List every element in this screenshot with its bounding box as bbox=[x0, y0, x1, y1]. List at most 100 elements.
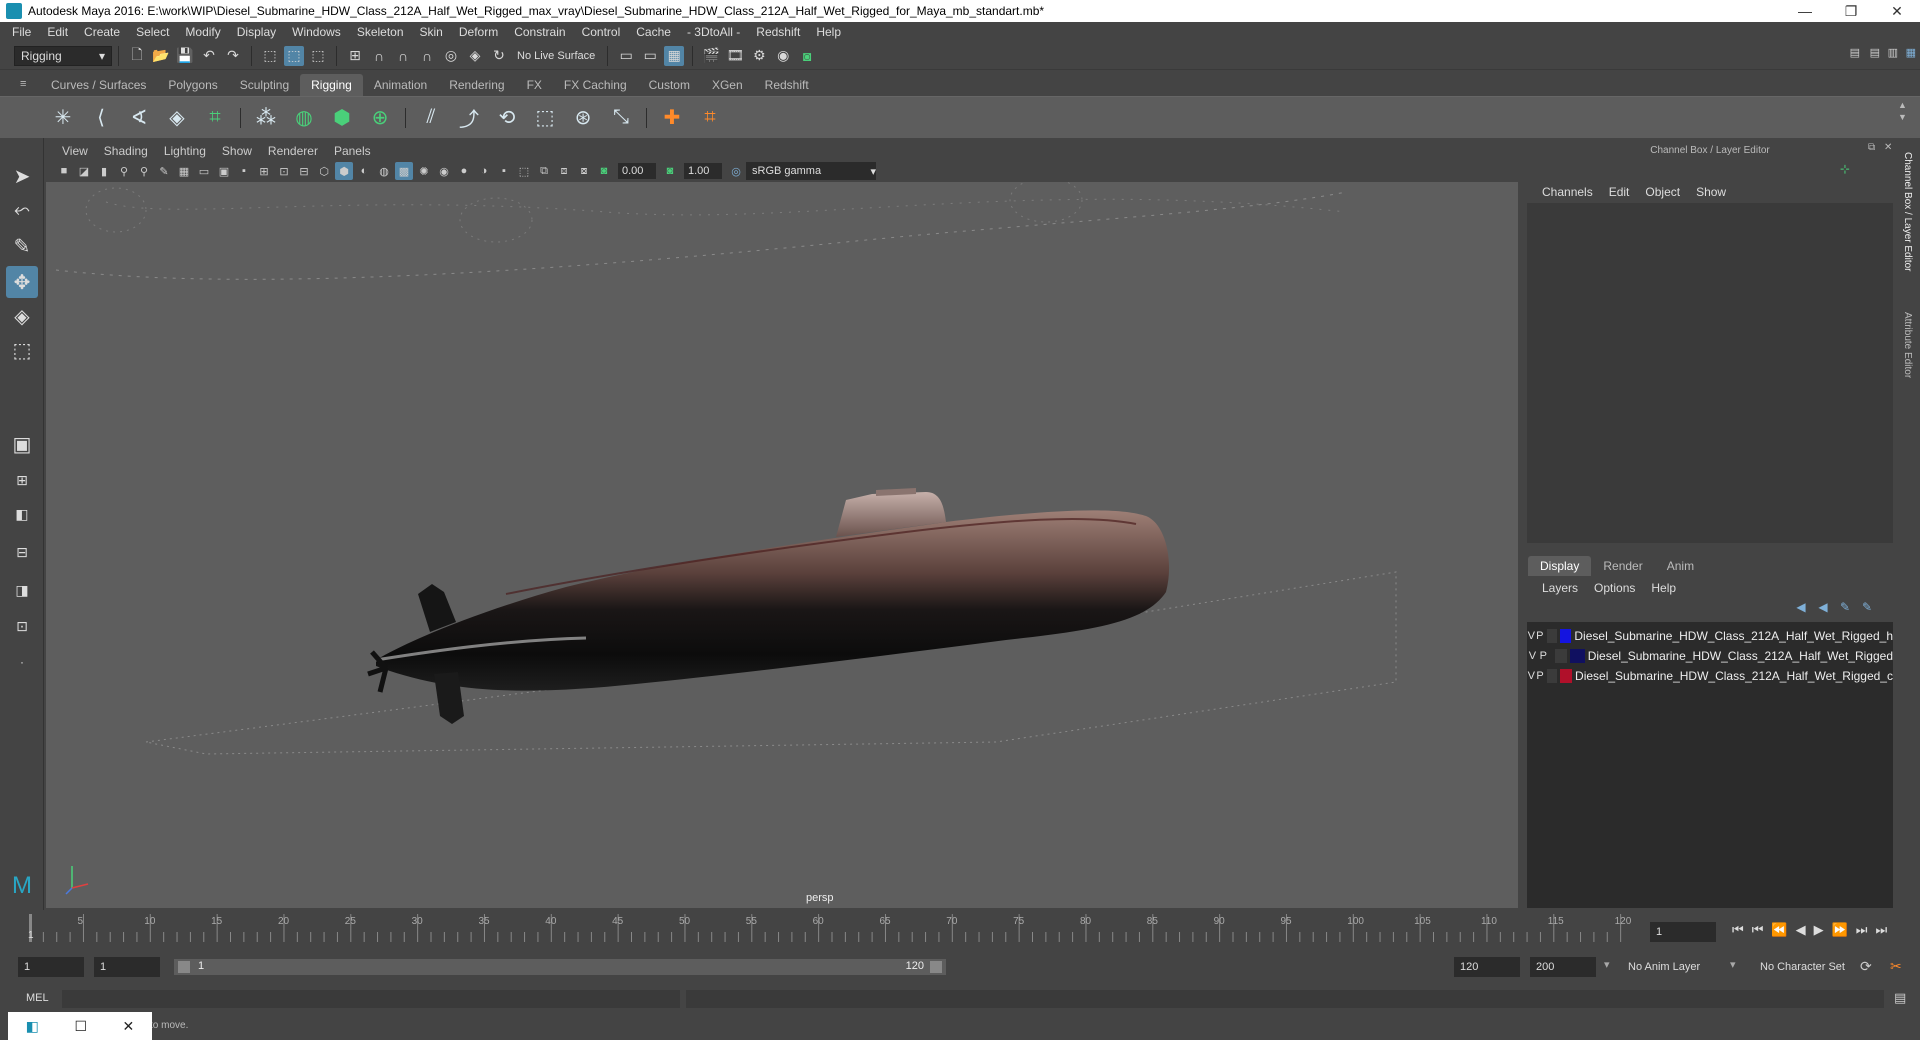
snap-grid-icon[interactable]: ⊞ bbox=[345, 46, 365, 66]
channel-box-panel[interactable] bbox=[1527, 203, 1893, 543]
xray-icon[interactable]: ⧉ bbox=[535, 162, 553, 180]
ik-spline-icon[interactable]: ∢ bbox=[123, 102, 155, 134]
gamma-icon[interactable]: ◙ bbox=[661, 162, 679, 180]
menu-edit[interactable]: Edit bbox=[39, 25, 76, 39]
undo-icon[interactable]: ↶ bbox=[199, 46, 219, 66]
menu-display[interactable]: Display bbox=[229, 25, 284, 39]
panel-menu-shading[interactable]: Shading bbox=[96, 144, 156, 158]
anti-alias-icon[interactable]: ▪ bbox=[495, 162, 513, 180]
create-controller-icon[interactable]: ✚ bbox=[656, 102, 688, 134]
persp-outliner-layout-icon[interactable]: ◧ bbox=[6, 498, 38, 530]
layer-color-swatch[interactable] bbox=[1570, 649, 1585, 663]
snap-live-icon[interactable]: ◈ bbox=[465, 46, 485, 66]
exposure-field[interactable]: 0.00 bbox=[618, 163, 656, 179]
joint-tool-icon[interactable]: ✳ bbox=[47, 102, 79, 134]
submarine-model[interactable] bbox=[367, 488, 1170, 724]
exposure-icon[interactable]: ◙ bbox=[595, 162, 613, 180]
aim-constraint-icon[interactable]: ⤡ bbox=[605, 102, 637, 134]
menu-select[interactable]: Select bbox=[128, 25, 177, 39]
scene-canvas[interactable] bbox=[46, 182, 1518, 908]
menu-skeleton[interactable]: Skeleton bbox=[349, 25, 412, 39]
auto-key-icon[interactable]: ⟳ bbox=[1860, 958, 1872, 975]
cb-menu-edit[interactable]: Edit bbox=[1601, 185, 1638, 199]
new-layer-icon[interactable]: ✎ bbox=[1834, 600, 1856, 614]
le-menu-help[interactable]: Help bbox=[1643, 581, 1684, 595]
menu-cache[interactable]: Cache bbox=[628, 25, 679, 39]
tab-curves-surfaces[interactable]: Curves / Surfaces bbox=[40, 74, 157, 96]
layer-visibility-toggle[interactable]: V bbox=[1527, 630, 1536, 642]
playback-start-field[interactable]: 1 bbox=[94, 957, 160, 977]
layer-name[interactable]: Diesel_Submarine_HDW_Class_212A_Half_Wet… bbox=[1575, 669, 1893, 683]
grid-icon[interactable]: ▦ bbox=[175, 162, 193, 180]
step-forward-frame-icon[interactable]: ⏩ bbox=[1832, 922, 1848, 938]
go-to-start-icon[interactable]: ⏮ bbox=[1732, 922, 1744, 938]
scene-start-field[interactable]: 1 bbox=[18, 957, 84, 977]
field-chart-icon[interactable]: ⊞ bbox=[255, 162, 273, 180]
isolate-select-icon[interactable]: ⬚ bbox=[515, 162, 533, 180]
menu-redshift[interactable]: Redshift bbox=[748, 25, 808, 39]
menu-file[interactable]: File bbox=[4, 25, 39, 39]
motion-blur-icon[interactable]: ◑ bbox=[475, 162, 493, 180]
tab-render-layers[interactable]: Render bbox=[1591, 556, 1654, 576]
move-tool-icon[interactable]: ✥ bbox=[6, 266, 38, 298]
shelf-menu-icon[interactable]: ≡ bbox=[20, 78, 26, 90]
tab-sculpting[interactable]: Sculpting bbox=[229, 74, 300, 96]
four-view-layout-icon[interactable]: ⊞ bbox=[6, 464, 38, 496]
cb-menu-channels[interactable]: Channels bbox=[1534, 185, 1601, 199]
menu-deform[interactable]: Deform bbox=[451, 25, 506, 39]
wireframe-on-shaded-icon[interactable]: ◐ bbox=[355, 162, 373, 180]
anim-layer-dropdown[interactable]: No Anim Layer bbox=[1622, 957, 1740, 977]
humanik-icon[interactable]: ⌗ bbox=[694, 102, 726, 134]
panel-menu-view[interactable]: View bbox=[54, 144, 96, 158]
modeling-toolkit-icon[interactable]: ▤ bbox=[1850, 46, 1860, 59]
le-menu-options[interactable]: Options bbox=[1586, 581, 1643, 595]
ipr-render-icon[interactable]: 🎞 bbox=[725, 46, 745, 66]
maya-home-icon[interactable]: M bbox=[6, 870, 38, 902]
outliner-layout-icon[interactable]: ⊡ bbox=[6, 610, 38, 642]
bookmark-icon[interactable]: ▮ bbox=[95, 162, 113, 180]
wireframe-icon[interactable]: ⬡ bbox=[315, 162, 333, 180]
step-back-key-icon[interactable]: ⏮ bbox=[1752, 922, 1764, 938]
live-surface-label[interactable]: No Live Surface bbox=[517, 50, 595, 62]
tab-display-layers[interactable]: Display bbox=[1528, 556, 1592, 576]
script-editor-icon[interactable]: ▤ bbox=[1894, 990, 1906, 1006]
rig-top-curve[interactable] bbox=[55, 191, 1347, 280]
persp-graph-layout-icon[interactable]: ⊟ bbox=[6, 536, 38, 568]
render-frame-icon[interactable]: 🎬 bbox=[701, 46, 721, 66]
lattice-icon[interactable]: ◍ bbox=[288, 102, 320, 134]
color-management-icon[interactable]: ◎ bbox=[727, 162, 745, 180]
paint-weights-icon[interactable]: ⤴ bbox=[453, 102, 485, 134]
layer-display-type[interactable] bbox=[1547, 629, 1558, 643]
image-plane-icon[interactable]: ⚲ bbox=[115, 162, 133, 180]
ambient-occlusion-icon[interactable]: ● bbox=[455, 162, 473, 180]
move-layer-down-icon[interactable]: ◀ bbox=[1812, 600, 1834, 614]
attribute-editor-icon[interactable]: ▤ bbox=[1870, 46, 1880, 59]
time-slider[interactable]: 5 10 15 20 25 30 35 40 45 50 55 60 65 70 75 80 85 90 95 100… bbox=[22, 912, 1642, 944]
snap-rotate-icon[interactable]: ↻ bbox=[489, 46, 509, 66]
orient-constraint-icon[interactable]: ⊛ bbox=[567, 102, 599, 134]
input-output-icon[interactable]: ▭ bbox=[616, 46, 636, 66]
layer-playback-toggle[interactable]: P bbox=[1536, 630, 1545, 642]
step-forward-key-icon[interactable]: ⏭ bbox=[1856, 922, 1868, 938]
paint-select-tool-icon[interactable]: ✎ bbox=[6, 230, 38, 262]
cb-menu-object[interactable]: Object bbox=[1637, 185, 1688, 199]
layer-display-type[interactable] bbox=[1547, 669, 1558, 683]
layer-color-swatch[interactable] bbox=[1560, 669, 1573, 683]
open-scene-icon[interactable]: 📂 bbox=[151, 46, 171, 66]
snap-curve-icon[interactable]: ∩ bbox=[369, 46, 389, 66]
hypershade-layout-icon[interactable]: ◨ bbox=[6, 574, 38, 606]
tab-custom[interactable]: Custom bbox=[638, 74, 701, 96]
rotate-tool-icon[interactable]: ◈ bbox=[6, 300, 38, 332]
time-slider-ruler[interactable]: 5 10 15 20 25 30 35 40 45 50 55 60 65 70 75 80 85 90 95 100… bbox=[22, 912, 1642, 944]
scale-tool-icon[interactable]: ⬚ bbox=[6, 334, 38, 366]
step-back-frame-icon[interactable]: ⏪ bbox=[1771, 922, 1787, 938]
select-hierarchy-icon[interactable]: ⬚ bbox=[260, 46, 280, 66]
camera-attributes-icon[interactable]: ◪ bbox=[75, 162, 93, 180]
layer-row[interactable]: V P Diesel_Submarine_HDW_Class_212A_Half… bbox=[1527, 626, 1893, 646]
construction-history-icon[interactable]: ▭ bbox=[640, 46, 660, 66]
panel-menu-panels[interactable]: Panels bbox=[326, 144, 379, 158]
hypershade-icon[interactable]: ◉ bbox=[773, 46, 793, 66]
render-view-icon[interactable]: ▦ bbox=[664, 45, 685, 66]
toolbox-options-icon[interactable]: · bbox=[6, 646, 38, 678]
side-tab-channel-box[interactable]: Channel Box / Layer Editor bbox=[1902, 152, 1913, 272]
